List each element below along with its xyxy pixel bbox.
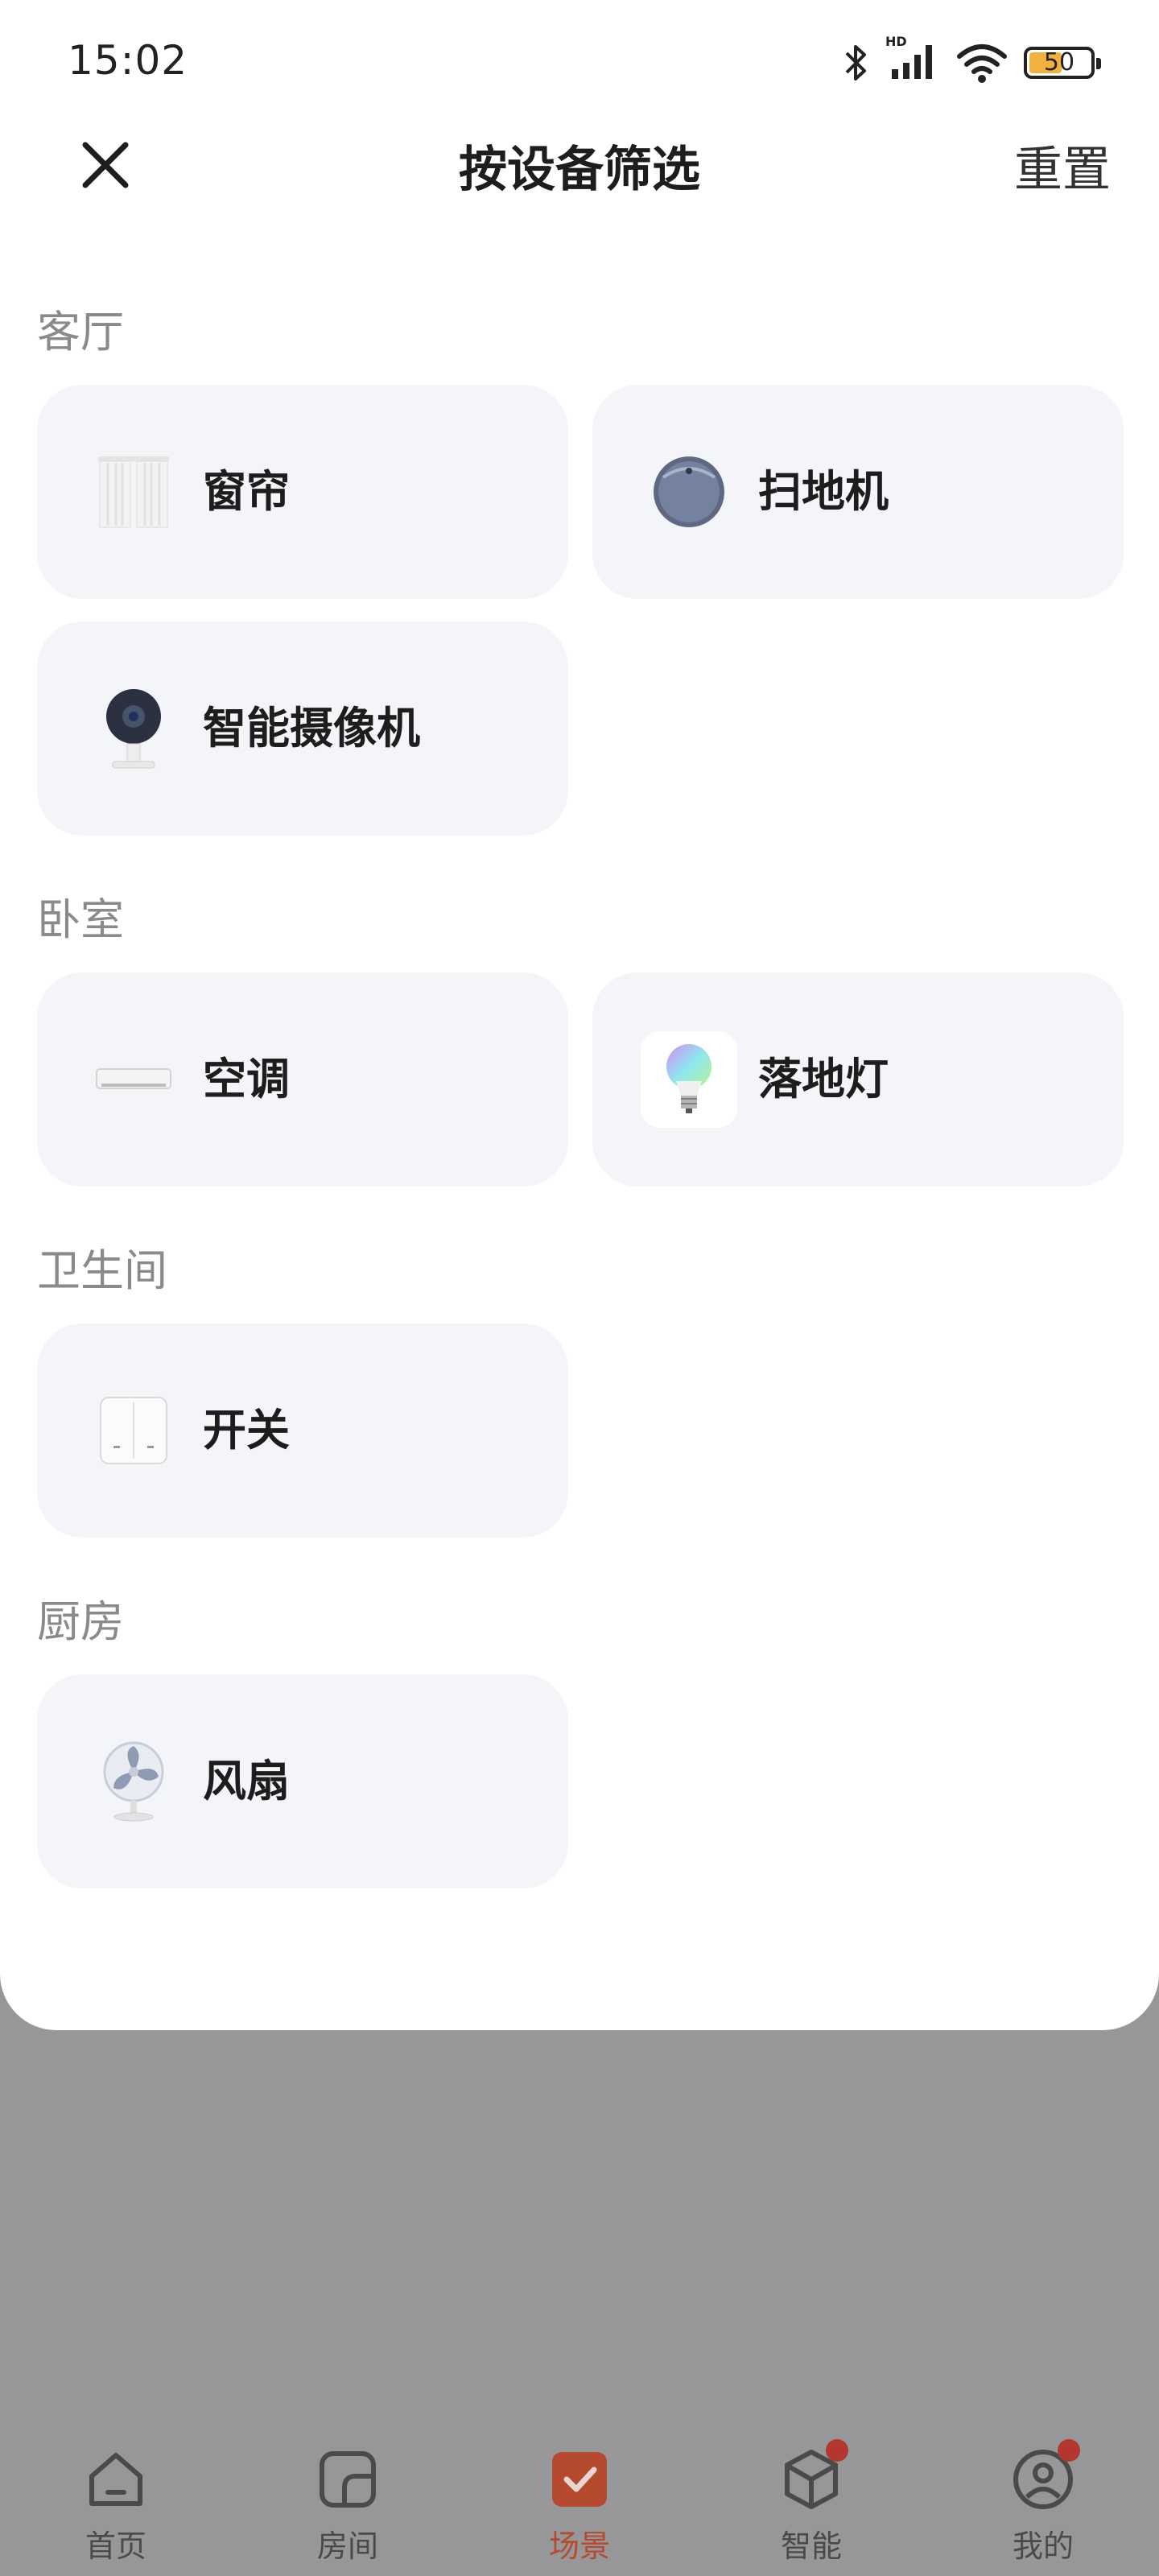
device-card-curtain[interactable]: 窗帘 — [37, 385, 568, 599]
profile-icon — [1011, 2439, 1080, 2512]
bottom-tab-bar: 首页 房间 场景 智能 我的 — [0, 2423, 1159, 2576]
room-title-kitchen: 厨房 — [37, 1596, 124, 1647]
device-label: 智能摄像机 — [203, 703, 420, 753]
air-conditioner-icon — [85, 1031, 182, 1128]
tab-label: 智能 — [780, 2529, 842, 2564]
fan-icon — [85, 1733, 182, 1830]
battery-level: 50 — [1043, 48, 1075, 76]
scene-icon — [547, 2447, 612, 2512]
home-icon — [84, 2447, 148, 2512]
signal-icon: HD — [885, 34, 940, 84]
tab-label: 首页 — [85, 2529, 146, 2564]
device-card-switch[interactable]: 开关 — [37, 1323, 568, 1538]
tab-label: 场景 — [548, 2529, 610, 2564]
reset-button[interactable]: 重置 — [1014, 130, 1111, 200]
room-title-bathroom: 卫生间 — [37, 1245, 167, 1296]
bulb-icon — [641, 1031, 737, 1128]
tab-smart[interactable]: 智能 — [747, 2439, 876, 2576]
device-label: 窗帘 — [203, 466, 290, 517]
notification-badge — [826, 2439, 848, 2462]
device-label: 落地灯 — [758, 1054, 889, 1104]
page-title: 按设备筛选 — [459, 142, 700, 198]
notification-badge — [1058, 2439, 1080, 2462]
hd-label: HD — [885, 34, 907, 49]
device-card-camera[interactable]: 智能摄像机 — [37, 621, 568, 836]
filter-sheet: 15:02 HD 50 按设备筛选 重置 客厅 窗帘 扫地机 智能摄像机 卧室 … — [0, 0, 1159, 2030]
wifi-icon — [957, 44, 1007, 83]
device-card-floor-lamp[interactable]: 落地灯 — [592, 972, 1124, 1187]
status-time: 15:02 — [68, 37, 188, 84]
device-label: 空调 — [203, 1054, 290, 1104]
device-card-fan[interactable]: 风扇 — [37, 1674, 568, 1889]
device-label: 风扇 — [203, 1756, 290, 1806]
tab-home[interactable]: 首页 — [52, 2447, 180, 2576]
battery-icon: 50 — [1024, 47, 1101, 79]
device-card-robot-vacuum[interactable]: 扫地机 — [592, 385, 1124, 599]
bluetooth-icon — [845, 45, 866, 80]
tab-label: 我的 — [1012, 2529, 1074, 2564]
room-icon — [316, 2447, 380, 2512]
device-label: 开关 — [203, 1405, 290, 1455]
camera-icon — [85, 680, 182, 777]
room-title-bedroom: 卧室 — [37, 894, 124, 945]
robot-vacuum-icon — [641, 444, 737, 540]
status-icons: HD 50 — [840, 34, 1101, 85]
room-title-living: 客厅 — [37, 307, 124, 357]
status-bar: 15:02 HD 50 — [0, 0, 1159, 121]
smart-cube-icon — [779, 2439, 848, 2512]
tab-profile[interactable]: 我的 — [979, 2439, 1107, 2576]
device-card-air-conditioner[interactable]: 空调 — [37, 972, 568, 1187]
device-label: 扫地机 — [758, 466, 889, 517]
switch-icon — [85, 1382, 182, 1479]
curtain-icon — [85, 444, 182, 540]
tab-label: 房间 — [316, 2529, 378, 2564]
tab-scene[interactable]: 场景 — [515, 2447, 644, 2576]
tab-room[interactable]: 房间 — [283, 2447, 412, 2576]
